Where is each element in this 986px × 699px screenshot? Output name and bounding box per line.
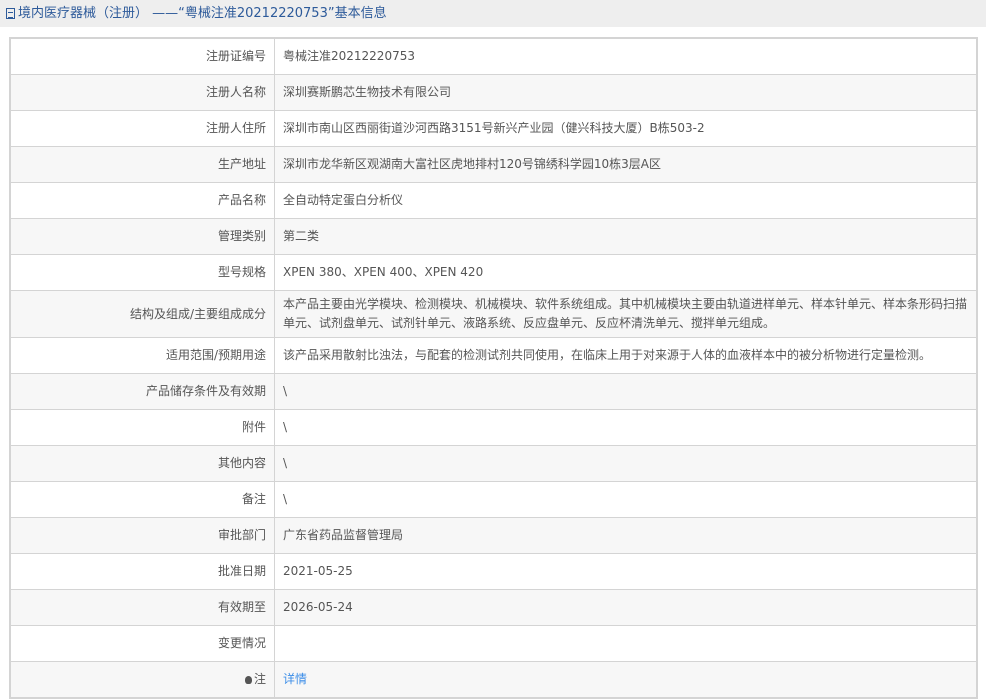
row-label: 有效期至 <box>10 590 275 626</box>
table-row: 有效期至2026-05-24 <box>10 590 977 626</box>
page-title: 境内医疗器械（注册） ——“粤械注准20212220753”基本信息 <box>18 0 387 27</box>
row-value: 广东省药品监督管理局 <box>275 518 978 554</box>
row-value <box>275 626 978 662</box>
row-value: \ <box>275 446 978 482</box>
row-value: 粤械注准20212220753 <box>275 38 978 75</box>
row-label: 批准日期 <box>10 554 275 590</box>
row-value: 该产品采用散射比浊法，与配套的检测试剂共同使用，在临床上用于对来源于人体的血液样… <box>275 338 978 374</box>
lightbulb-icon <box>245 676 252 684</box>
table-row: 其他内容\ <box>10 446 977 482</box>
table-row: 注册人住所深圳市南山区西丽街道沙河西路3151号新兴产业园（健兴科技大厦）B栋5… <box>10 111 977 147</box>
table-row: 产品名称全自动特定蛋白分析仪 <box>10 183 977 219</box>
table-row: 备注\ <box>10 482 977 518</box>
row-label: 产品储存条件及有效期 <box>10 374 275 410</box>
row-label: 变更情况 <box>10 626 275 662</box>
row-value: 深圳赛斯鹏芯生物技术有限公司 <box>275 75 978 111</box>
row-label: 产品名称 <box>10 183 275 219</box>
row-label: 生产地址 <box>10 147 275 183</box>
row-label: 注册证编号 <box>10 38 275 75</box>
row-label: 注册人名称 <box>10 75 275 111</box>
row-label: 注册人住所 <box>10 111 275 147</box>
row-label: 注 <box>10 662 275 699</box>
row-label: 其他内容 <box>10 446 275 482</box>
table-row: 管理类别第二类 <box>10 219 977 255</box>
row-value: 深圳市南山区西丽街道沙河西路3151号新兴产业园（健兴科技大厦）B栋503-2 <box>275 111 978 147</box>
row-label: 管理类别 <box>10 219 275 255</box>
info-table: 注册证编号粤械注准20212220753注册人名称深圳赛斯鹏芯生物技术有限公司注… <box>9 37 978 699</box>
table-row: 注册人名称深圳赛斯鹏芯生物技术有限公司 <box>10 75 977 111</box>
row-value: 2021-05-25 <box>275 554 978 590</box>
table-row: 注册证编号粤械注准20212220753 <box>10 38 977 75</box>
row-value: 2026-05-24 <box>275 590 978 626</box>
page-header: 境内医疗器械（注册） ——“粤械注准20212220753”基本信息 <box>0 0 986 27</box>
table-row-note: 注 详情 <box>10 662 977 699</box>
details-link[interactable]: 详情 <box>283 672 307 686</box>
row-label: 附件 <box>10 410 275 446</box>
table-row: 适用范围/预期用途该产品采用散射比浊法，与配套的检测试剂共同使用，在临床上用于对… <box>10 338 977 374</box>
table-row: 附件\ <box>10 410 977 446</box>
row-value: 深圳市龙华新区观湖南大富社区虎地排村120号锦绣科学园10栋3层A区 <box>275 147 978 183</box>
table-row: 结构及组成/主要组成成分本产品主要由光学模块、检测模块、机械模块、软件系统组成。… <box>10 291 977 338</box>
table-row: 生产地址深圳市龙华新区观湖南大富社区虎地排村120号锦绣科学园10栋3层A区 <box>10 147 977 183</box>
row-value: \ <box>275 482 978 518</box>
row-value: \ <box>275 410 978 446</box>
table-row: 变更情况 <box>10 626 977 662</box>
row-value: 全自动特定蛋白分析仪 <box>275 183 978 219</box>
row-value: XPEN 380、XPEN 400、XPEN 420 <box>275 255 978 291</box>
row-value: \ <box>275 374 978 410</box>
table-row: 审批部门广东省药品监督管理局 <box>10 518 977 554</box>
row-value: 本产品主要由光学模块、检测模块、机械模块、软件系统组成。其中机械模块主要由轨道进… <box>275 291 978 338</box>
document-icon <box>6 8 15 19</box>
table-row: 型号规格XPEN 380、XPEN 400、XPEN 420 <box>10 255 977 291</box>
row-label: 适用范围/预期用途 <box>10 338 275 374</box>
row-label: 备注 <box>10 482 275 518</box>
note-label: 注 <box>254 672 266 686</box>
table-row: 批准日期2021-05-25 <box>10 554 977 590</box>
table-row: 产品储存条件及有效期\ <box>10 374 977 410</box>
row-value: 第二类 <box>275 219 978 255</box>
row-label: 结构及组成/主要组成成分 <box>10 291 275 338</box>
row-label: 审批部门 <box>10 518 275 554</box>
row-label: 型号规格 <box>10 255 275 291</box>
